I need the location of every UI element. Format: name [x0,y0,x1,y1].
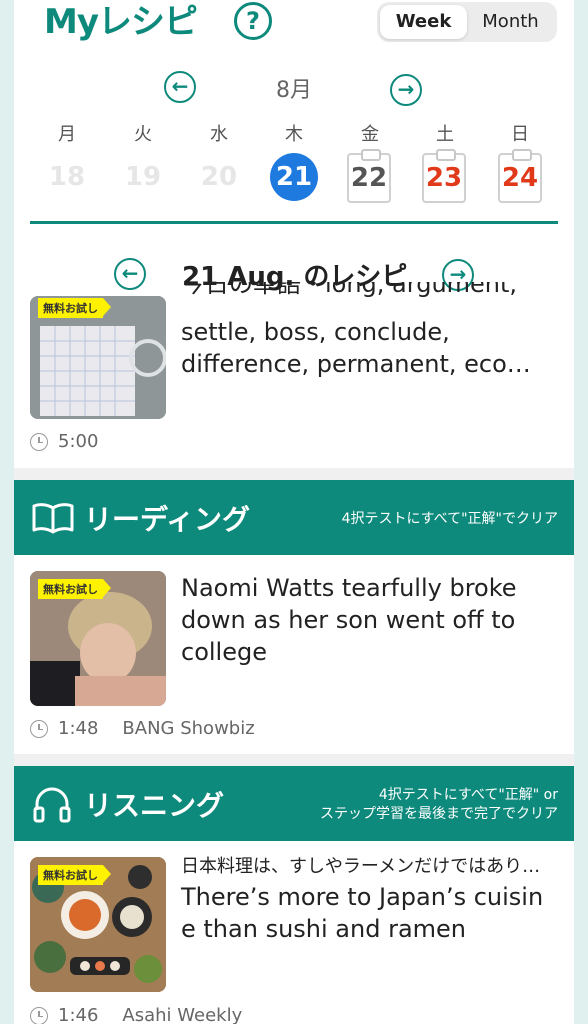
vocab-partial-line: 今日の単語・long, argument, [181,282,518,298]
app-screen: Myレシピ ? Week Month ← 8月 → 月 火 水 木 金 土 日 … [14,0,574,1024]
week-tab[interactable]: Week [380,5,467,39]
day-18: 18 [48,162,86,192]
listening-meta: 1:46 Asahi Weekly [30,1005,242,1024]
help-icon[interactable]: ? [234,2,272,40]
month-tab[interactable]: Month [467,5,554,39]
weekday-thu: 木 [285,124,303,145]
listening-note-line2: ステップ学習を最後まで完了でクリア [320,806,558,822]
weekday-sun: 日 [511,124,529,145]
vocab-card-text[interactable]: settle, boss, conclude, difference, perm… [181,316,551,380]
reading-card-text[interactable]: Naomi Watts tearfully broke down as her … [181,572,551,668]
listening-note: 4択テストにすべて"正解" or ステップ学習を最後まで完了でクリア [320,786,558,824]
reading-thumbnail[interactable]: 無料お試し [30,571,166,706]
source: BANG Showbiz [122,718,255,739]
duration: 1:46 [58,1005,99,1024]
day-23[interactable]: 23 [422,149,466,203]
source: Asahi Weekly [122,1005,243,1024]
trial-badge: 無料お試し [38,865,111,885]
prev-day-button[interactable]: ← [114,258,146,290]
listening-note-line1: 4択テストにすべて"正解" or [378,787,558,803]
calendar-divider [30,221,558,224]
weekday-fri: 金 [361,124,379,145]
listening-title: リスニング [84,789,225,822]
trial-badge: 無料お試し [38,579,111,599]
listening-banner: リスニング 4択テストにすべて"正解" or ステップ学習を最後まで完了でクリア [14,766,574,841]
book-icon [32,503,74,534]
weekday-mon: 月 [58,124,76,145]
day-19: 19 [124,162,162,192]
clock-icon [30,432,48,451]
listening-thumbnail[interactable]: 無料お試し [30,857,166,992]
month-label: 8月 [276,78,312,103]
section-gap [14,754,574,766]
reading-meta: 1:48 BANG Showbiz [30,718,255,739]
duration: 1:48 [58,718,99,739]
page-title: Myレシピ [44,2,198,42]
listening-card-subtitle: 日本料理は、すしやラーメンだけではあり… [181,856,541,877]
trial-badge: 無料お試し [38,298,111,318]
reading-title: リーディング [84,503,251,536]
view-toggle: Week Month [377,2,557,42]
day-22[interactable]: 22 [347,149,391,203]
weekday-wed: 水 [210,124,228,145]
next-month-button[interactable]: → [390,74,422,106]
vocab-meta: 5:00 [30,431,98,452]
day-21-today[interactable]: 21 [270,153,318,201]
prev-month-button[interactable]: ← [164,71,196,103]
clock-icon [30,719,48,738]
vocab-thumbnail[interactable]: 無料お試し [30,296,166,419]
weekday-tue: 火 [134,124,152,145]
duration: 5:00 [58,431,99,452]
section-gap [14,468,574,480]
listening-card-text[interactable]: There’s more to Japan’s cuisine than sus… [181,881,551,945]
headphones-icon [33,787,71,823]
day-20: 20 [200,162,238,192]
day-24[interactable]: 24 [498,149,542,203]
clock-icon [30,1006,48,1024]
reading-note: 4択テストにすべて"正解"でクリア [341,511,558,527]
weekday-sat: 土 [436,124,454,145]
reading-banner: リーディング 4択テストにすべて"正解"でクリア [14,480,574,555]
